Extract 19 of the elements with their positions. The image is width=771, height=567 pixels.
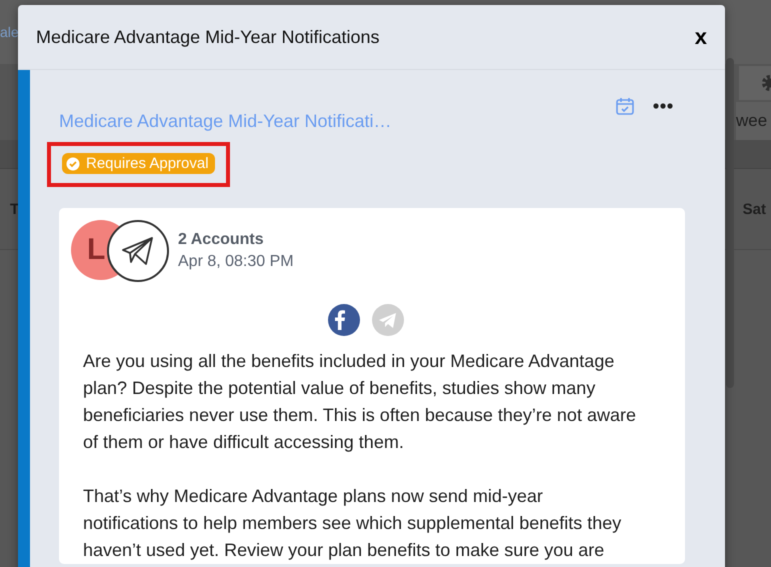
view-select[interactable]: wee bbox=[736, 102, 771, 140]
post-title[interactable]: Medicare Advantage Mid-Year Notificati… bbox=[59, 111, 392, 132]
post-paragraph: Are you using all the benefits included in your Medicare Advantage plan? Despite the potential value of benefits, studies show many beneficiaries never use them. This is often because they’re not aware of them or have difficult accessing them. bbox=[83, 350, 637, 454]
close-button[interactable]: x bbox=[694, 24, 707, 50]
modal-title: Medicare Advantage Mid-Year Notifications bbox=[36, 26, 380, 48]
scrollbar[interactable] bbox=[726, 58, 734, 388]
status-badge: Requires Approval bbox=[62, 153, 215, 174]
telegram-icon[interactable] bbox=[372, 304, 404, 336]
link-text[interactable]: ale bbox=[0, 24, 19, 40]
calendar-icon[interactable] bbox=[615, 96, 635, 116]
more-icon bbox=[653, 103, 673, 109]
telegram-avatar-icon bbox=[107, 220, 169, 282]
facebook-icon[interactable] bbox=[328, 304, 360, 336]
accounts-label: 2 Accounts bbox=[178, 230, 265, 248]
post-paragraph: That’s why Medicare Advantage plans now send mid-year notifications to help members see which supplemental benefits they haven’t used yet. Review your plan benefits to make sure you are bbox=[83, 484, 622, 562]
more-button[interactable] bbox=[653, 103, 673, 109]
settings-button[interactable] bbox=[739, 66, 771, 100]
day-header: Sat bbox=[742, 200, 766, 218]
post-time: Apr 8, 08:30 PM bbox=[178, 252, 294, 270]
